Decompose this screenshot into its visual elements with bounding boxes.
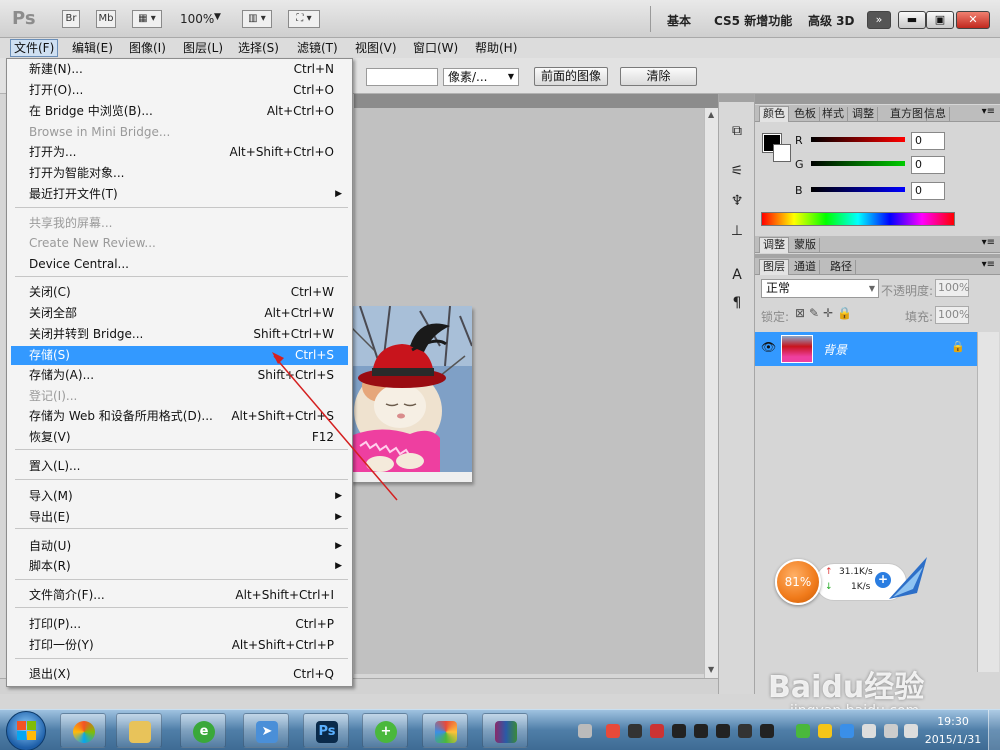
bird-icon: ➤ xyxy=(256,721,278,743)
plus-icon: + xyxy=(375,721,397,743)
taskbar-app-tiles[interactable] xyxy=(422,713,468,748)
download-arrow-icon: ↓ xyxy=(825,582,833,592)
start-button[interactable] xyxy=(6,711,46,750)
taskbar-app-explorer[interactable] xyxy=(116,713,162,748)
cpu-percent: 81% xyxy=(775,559,821,605)
taskbar-app-browser[interactable] xyxy=(60,713,106,748)
tray-shield-icon[interactable] xyxy=(796,724,810,738)
network-speed-widget[interactable]: 81% ↑ 31.1K/s ↓ 1K/s + xyxy=(775,553,930,611)
tray-keyboard-icon[interactable] xyxy=(578,724,592,738)
windows-logo-icon xyxy=(17,721,26,730)
tray-qq-icon[interactable] xyxy=(738,724,752,738)
tray-pen-icon[interactable] xyxy=(628,724,642,738)
tray-network-icon[interactable] xyxy=(884,724,898,738)
upload-arrow-icon: ↑ xyxy=(825,567,833,577)
tiles-icon xyxy=(435,721,457,743)
tray-bird-icon[interactable] xyxy=(840,724,854,738)
baidu-watermark: Baidu经验 xyxy=(768,670,925,705)
tray-plus-icon[interactable] xyxy=(818,724,832,738)
clock-date[interactable]: 2015/1/31 xyxy=(918,733,988,746)
tray-qq-icon[interactable] xyxy=(716,724,730,738)
tray-qq-icon[interactable] xyxy=(760,724,774,738)
clock-time[interactable]: 19:30 xyxy=(918,715,988,728)
download-speed: 1K/s xyxy=(851,582,871,592)
tray-qq-icon[interactable] xyxy=(672,724,686,738)
show-desktop-button[interactable] xyxy=(988,710,1000,750)
upload-speed: 31.1K/s xyxy=(839,567,873,577)
books-icon xyxy=(495,721,517,743)
tray-qq-icon[interactable] xyxy=(694,724,708,738)
tray-volume-icon[interactable] xyxy=(904,724,918,738)
annotation-arrow xyxy=(272,352,398,501)
folder-icon xyxy=(129,721,151,743)
browser-icon xyxy=(73,721,95,743)
tray-gift-icon[interactable] xyxy=(606,724,620,738)
tray-qq-icon[interactable] xyxy=(650,724,664,738)
ie-icon: e xyxy=(193,721,215,743)
tray-flag-icon[interactable] xyxy=(862,724,876,738)
photoshop-icon: Ps xyxy=(316,721,338,743)
taskbar-app-photoshop[interactable]: Ps xyxy=(303,713,349,748)
bird-logo-icon xyxy=(889,557,927,599)
taskbar-app-bird[interactable]: ➤ xyxy=(243,713,289,748)
taskbar-app-360[interactable]: + xyxy=(362,713,408,748)
taskbar-app-winrar[interactable] xyxy=(482,713,528,748)
windows-taskbar: e ➤ Ps + 19:30 2015/1/31 xyxy=(0,709,1000,750)
taskbar-app-ie[interactable]: e xyxy=(180,713,226,748)
